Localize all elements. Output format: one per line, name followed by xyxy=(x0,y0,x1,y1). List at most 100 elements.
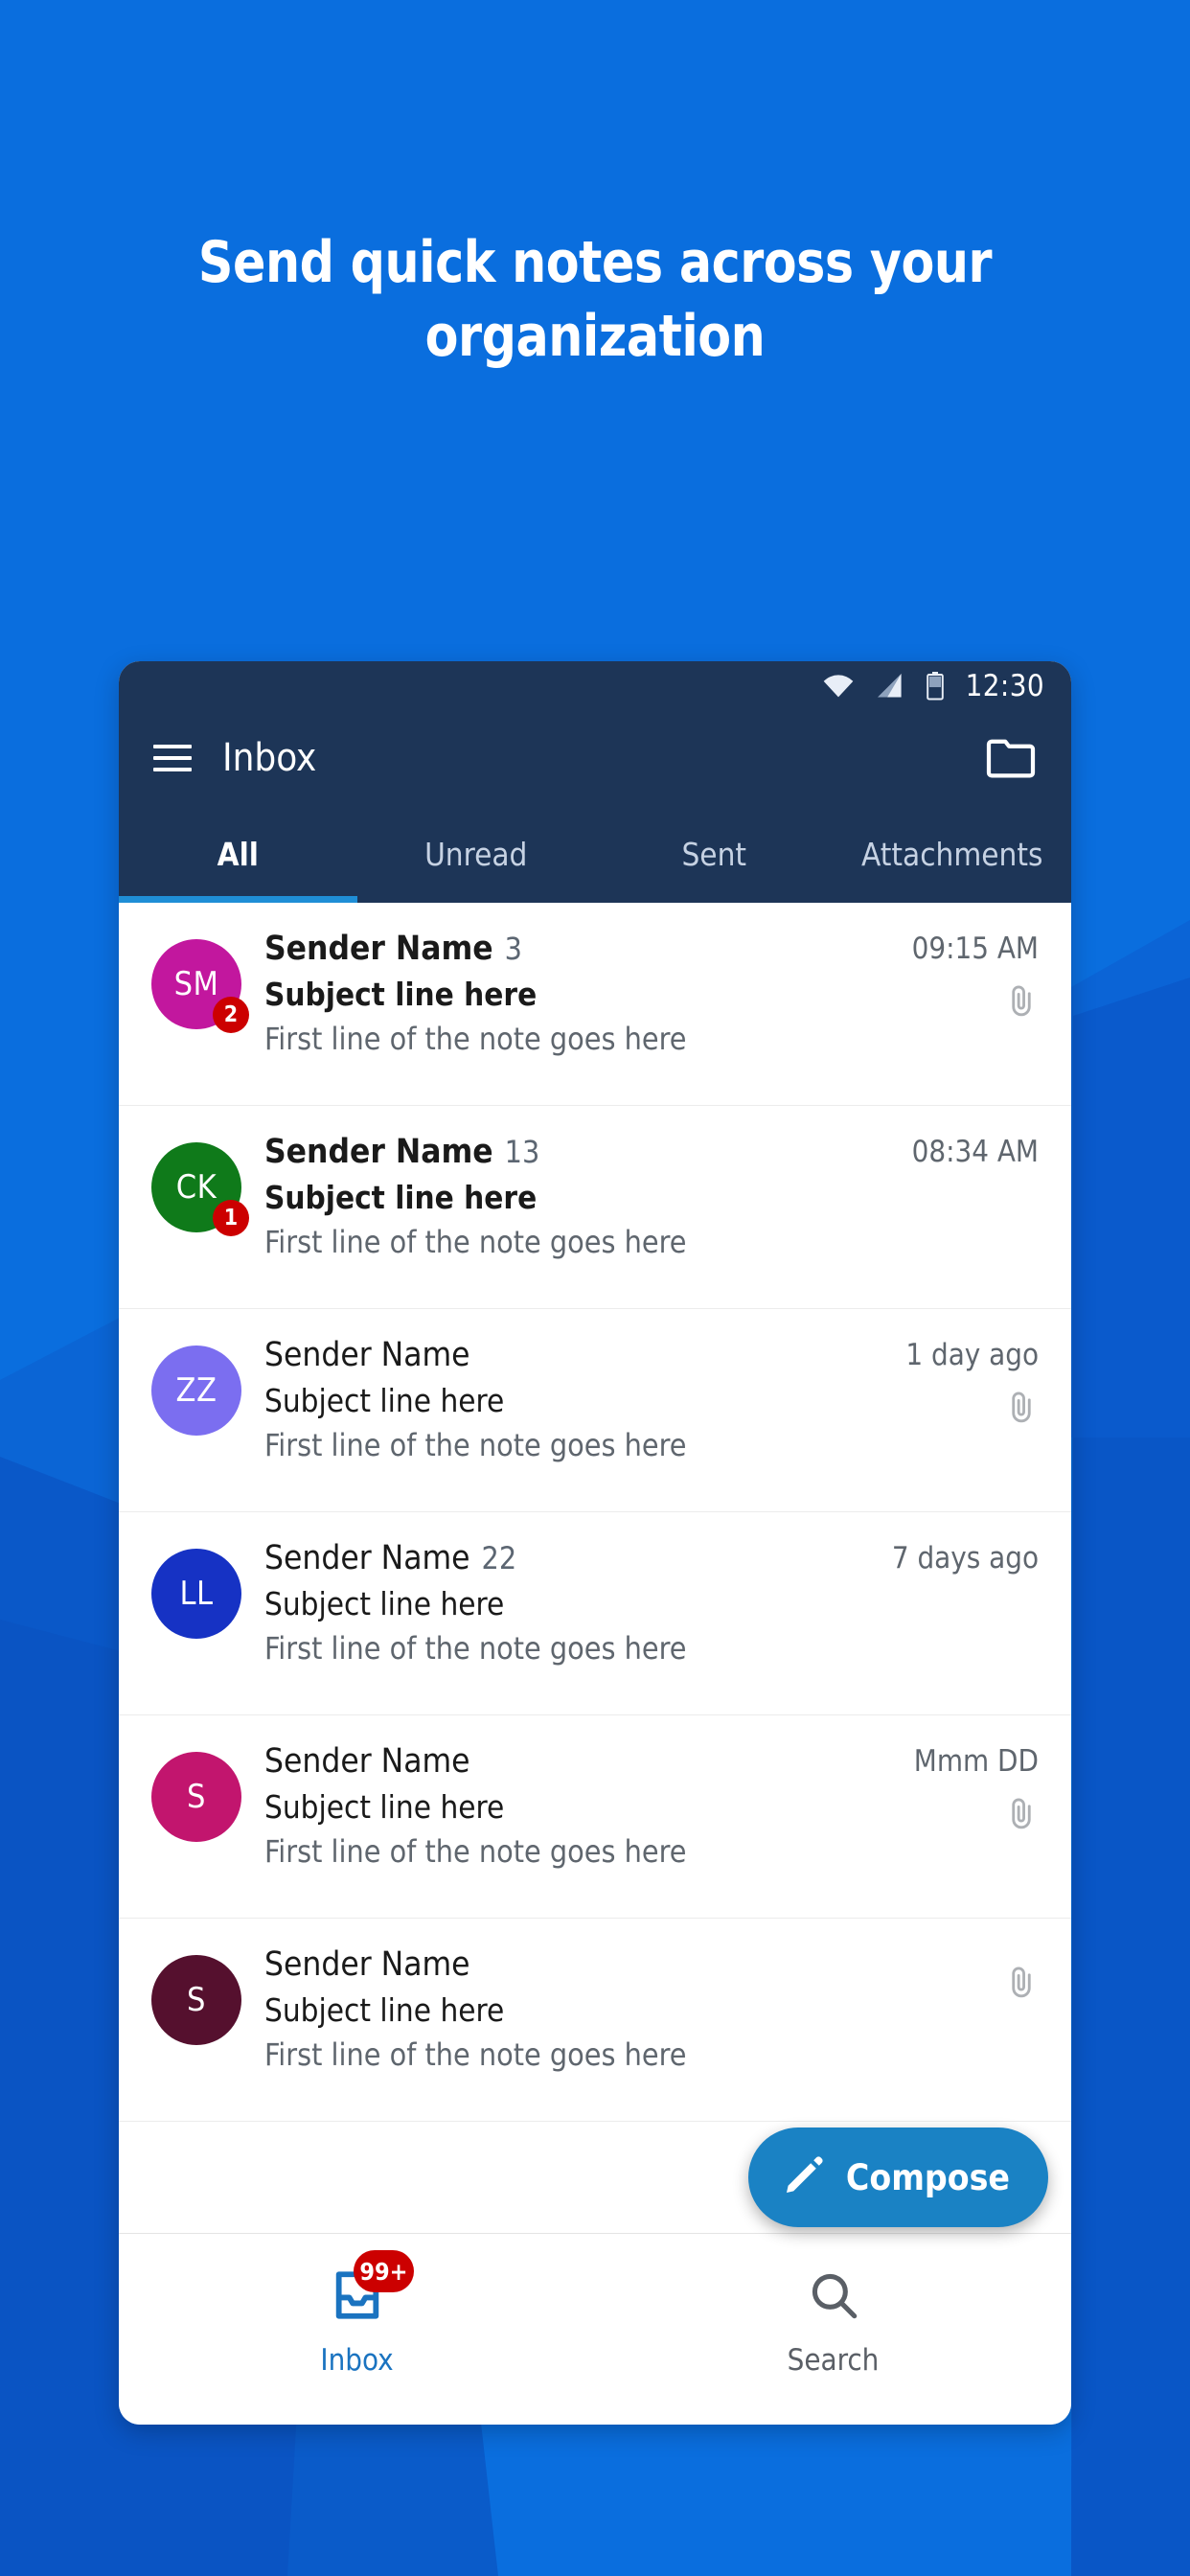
tab-bar: All Unread Sent Attachments xyxy=(119,805,1071,903)
hamburger-menu-icon[interactable] xyxy=(153,745,192,771)
page-title: Send quick notes across your organizatio… xyxy=(197,229,993,370)
attachment-icon xyxy=(1004,1965,1039,2004)
message-meta: 09:15 AM xyxy=(899,930,1039,1023)
message-body: Sender Name 13 Subject line here First line… xyxy=(255,1133,899,1260)
nav-item-inbox[interactable]: 99+ Inbox xyxy=(119,2234,595,2425)
message-row[interactable]: ZZ Sender Name Subject line here First line… xyxy=(119,1309,1071,1512)
background-shape-right-upper xyxy=(1071,920,1190,1438)
sender-name: Sender Name xyxy=(264,1133,493,1171)
tab-all-label: All xyxy=(217,835,259,873)
app-bar: Inbox xyxy=(119,711,1071,805)
preview-line: First line of the note goes here xyxy=(264,1833,687,1870)
nav-item-search[interactable]: Search xyxy=(595,2234,1071,2425)
message-body: Sender Name Subject line here First line o… xyxy=(255,1945,991,2073)
tab-sent[interactable]: Sent xyxy=(595,805,834,903)
message-row[interactable]: S Sender Name Subject line here First line … xyxy=(119,1919,1071,2122)
message-time: 7 days ago xyxy=(891,1541,1039,1576)
compose-button[interactable]: Compose xyxy=(747,2128,1048,2227)
message-count: 3 xyxy=(504,931,522,967)
search-icon-wrap xyxy=(806,2267,861,2328)
bottom-navigation: 99+ Inbox Search xyxy=(119,2233,1071,2425)
message-list[interactable]: SM 2 Sender Name 3 Subject line here First li… xyxy=(119,903,1071,2122)
message-row[interactable]: CK 1 Sender Name 13 Subject line here First l… xyxy=(119,1106,1071,1309)
sender-name: Sender Name xyxy=(264,1539,470,1577)
sender-name: Sender Name xyxy=(264,1742,470,1781)
avatar-initials: S xyxy=(187,1981,206,2019)
subject-line: Subject line here xyxy=(264,1585,505,1622)
message-row[interactable]: S Sender Name Subject line here First line … xyxy=(119,1715,1071,1919)
tab-attachments[interactable]: Attachments xyxy=(834,805,1072,903)
tab-unread-label: Unread xyxy=(424,835,528,873)
subject-line: Subject line here xyxy=(264,1788,505,1826)
compose-button-label: Compose xyxy=(845,2156,1010,2198)
message-meta: 1 day ago xyxy=(892,1336,1039,1429)
nav-item-inbox-label: Inbox xyxy=(320,2343,394,2378)
avatar: S xyxy=(151,1752,241,1842)
tab-attachments-label: Attachments xyxy=(861,835,1043,873)
avatar-wrap: S xyxy=(151,1752,255,1842)
message-body: Sender Name 22 Subject line here First line… xyxy=(255,1539,879,1667)
attachment-icon xyxy=(1004,1390,1039,1429)
message-row[interactable]: SM 2 Sender Name 3 Subject line here First li… xyxy=(119,903,1071,1106)
message-meta: Mmm DD xyxy=(901,1742,1039,1835)
message-time: Mmm DD xyxy=(913,1744,1039,1779)
search-icon xyxy=(806,2273,861,2327)
message-header: Sender Name xyxy=(264,1336,892,1374)
avatar-initials: SM xyxy=(173,965,219,1003)
status-bar: 12:30 xyxy=(119,661,1071,711)
preview-line: First line of the note goes here xyxy=(264,1021,687,1057)
message-body: Sender Name 3 Subject line here First line … xyxy=(255,930,899,1057)
subject-line: Subject line here xyxy=(264,1179,538,1216)
avatar-unread-badge: 1 xyxy=(213,1200,249,1236)
avatar: S xyxy=(151,1955,241,2045)
message-row[interactable]: LL Sender Name 22 Subject line here First li… xyxy=(119,1512,1071,1715)
folder-icon[interactable] xyxy=(985,736,1037,780)
message-meta xyxy=(991,1945,1039,2004)
battery-icon xyxy=(926,672,945,701)
message-time: 08:34 AM xyxy=(911,1135,1039,1169)
inbox-icon-wrap: 99+ xyxy=(330,2250,414,2328)
tab-unread[interactable]: Unread xyxy=(357,805,596,903)
avatar-unread-badge: 2 xyxy=(213,997,249,1033)
avatar-wrap: S xyxy=(151,1955,255,2045)
message-time: 09:15 AM xyxy=(911,932,1039,966)
avatar: LL xyxy=(151,1549,241,1639)
sender-name: Sender Name xyxy=(264,1336,470,1374)
avatar-initials: S xyxy=(187,1778,206,1816)
message-header: Sender Name xyxy=(264,1945,991,1984)
message-count: 13 xyxy=(504,1134,540,1170)
attachment-icon xyxy=(1004,1796,1039,1835)
inbox-icon xyxy=(330,2271,385,2327)
message-time: 1 day ago xyxy=(905,1338,1039,1372)
nav-item-search-label: Search xyxy=(787,2343,880,2378)
preview-line: First line of the note goes here xyxy=(264,1224,687,1260)
avatar-wrap: CK 1 xyxy=(151,1142,255,1236)
avatar-wrap: ZZ xyxy=(151,1346,255,1436)
avatar: ZZ xyxy=(151,1346,241,1436)
message-meta: 7 days ago xyxy=(879,1539,1039,1576)
sender-name: Sender Name xyxy=(264,930,493,968)
tab-all[interactable]: All xyxy=(119,805,357,903)
message-header: Sender Name 3 xyxy=(264,930,899,968)
avatar-wrap: SM 2 xyxy=(151,939,255,1033)
avatar-initials: CK xyxy=(175,1168,217,1207)
avatar-initials: LL xyxy=(179,1575,214,1613)
message-header: Sender Name xyxy=(264,1742,901,1781)
message-count: 22 xyxy=(481,1540,517,1576)
tab-sent-label: Sent xyxy=(681,835,747,873)
sender-name: Sender Name xyxy=(264,1945,470,1984)
avatar-initials: ZZ xyxy=(175,1371,217,1410)
avatar-wrap: LL xyxy=(151,1549,255,1639)
subject-line: Subject line here xyxy=(264,1991,505,2029)
phone-mockup: 12:30 Inbox All Unread Sent Attachments … xyxy=(119,661,1071,2425)
message-header: Sender Name 13 xyxy=(264,1133,899,1171)
subject-line: Subject line here xyxy=(264,976,538,1013)
message-meta: 08:34 AM xyxy=(899,1133,1039,1169)
preview-line: First line of the note goes here xyxy=(264,2036,687,2073)
attachment-icon xyxy=(1004,983,1039,1023)
message-header: Sender Name 22 xyxy=(264,1539,879,1577)
cellular-signal-icon xyxy=(876,674,904,699)
subject-line: Subject line here xyxy=(264,1382,505,1419)
message-body: Sender Name Subject line here First line o… xyxy=(255,1742,901,1870)
inbox-badge: 99+ xyxy=(354,2250,414,2292)
